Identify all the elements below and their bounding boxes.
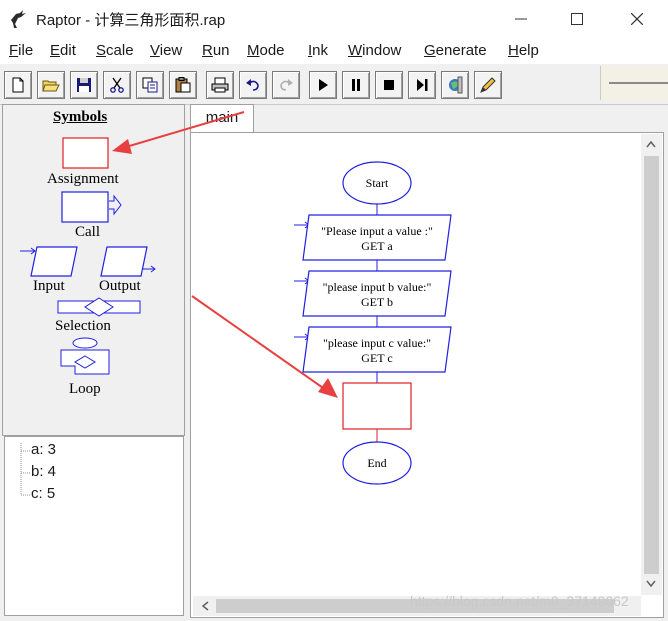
symbols-panel: Symbols Assignment Call Input Output Sel… <box>2 104 185 436</box>
selection-symbol[interactable] <box>57 297 143 317</box>
paste-icon <box>175 77 191 93</box>
new-file-button[interactable] <box>4 71 32 99</box>
input-c-get: GET c <box>361 351 393 365</box>
watermark: https://blog.csdn.net/m0_37149062 <box>410 593 629 609</box>
call-label: Call <box>75 224 100 240</box>
input-c-prompt: "please input c value:" <box>322 336 432 350</box>
speed-slider[interactable] <box>600 66 668 100</box>
minimize-button[interactable] <box>498 0 544 38</box>
maximize-button[interactable] <box>554 0 600 38</box>
selection-label: Selection <box>55 318 111 334</box>
paste-button[interactable] <box>169 71 197 99</box>
test-server-button[interactable] <box>441 71 469 99</box>
menu-help[interactable]: Help <box>508 42 539 59</box>
start-label: Start <box>365 176 389 190</box>
cut-button[interactable] <box>103 71 131 99</box>
loop-label: Loop <box>69 381 101 397</box>
variable-item[interactable]: b: 4 <box>31 463 56 480</box>
raptor-bird-icon <box>8 8 30 30</box>
call-symbol[interactable] <box>61 191 123 225</box>
undo-button[interactable] <box>239 71 267 99</box>
scroll-left-icon[interactable] <box>201 601 209 611</box>
input-symbol[interactable] <box>19 245 81 279</box>
end-label: End <box>367 456 387 470</box>
menu-scale[interactable]: Scale <box>96 42 134 59</box>
menu-generate[interactable]: Generate <box>424 42 487 59</box>
close-button[interactable] <box>614 0 660 38</box>
copy-button[interactable] <box>136 71 164 99</box>
ink-pen-icon <box>480 77 496 93</box>
window-title: Raptor - 计算三角形面积.rap <box>36 12 226 29</box>
toolbar <box>0 64 668 105</box>
menu-ink[interactable]: Ink <box>308 42 328 59</box>
menu-view[interactable]: View <box>150 42 182 59</box>
maximize-icon <box>571 13 583 25</box>
minimize-icon <box>515 18 527 20</box>
step-button[interactable] <box>408 71 436 99</box>
new-file-icon <box>12 77 24 93</box>
play-icon <box>319 79 328 91</box>
close-icon <box>631 13 643 25</box>
test-server-icon <box>449 76 463 94</box>
undo-icon <box>246 79 259 91</box>
variable-item[interactable]: a: 3 <box>31 441 56 458</box>
input-b-get: GET b <box>360 295 394 309</box>
cut-icon <box>110 77 124 93</box>
menu-window[interactable]: Window <box>348 42 401 59</box>
assignment-label: Assignment <box>47 171 119 187</box>
stop-button[interactable] <box>375 71 403 99</box>
stop-icon <box>384 80 394 90</box>
ink-pen-button[interactable] <box>474 71 502 99</box>
input-a-prompt: "Please input a value :" <box>321 224 433 238</box>
menu-run[interactable]: Run <box>202 42 230 59</box>
input-a-get: GET a <box>361 239 393 253</box>
assignment-box[interactable] <box>342 382 412 430</box>
scroll-down-icon[interactable] <box>646 580 656 588</box>
save-icon <box>77 78 91 92</box>
pause-button[interactable] <box>342 71 370 99</box>
output-label: Output <box>99 278 141 294</box>
open-button[interactable] <box>37 71 65 99</box>
copy-icon <box>142 77 158 93</box>
flowchart-canvas[interactable]: Start "Please input a value :" GET a "pl… <box>190 132 664 618</box>
title-bar: Raptor - 计算三角形面积.rap <box>0 0 668 38</box>
open-folder-icon <box>42 80 60 92</box>
assignment-symbol[interactable] <box>62 137 110 169</box>
input-b-prompt: "please input b value:" <box>322 280 432 294</box>
symbols-heading: Symbols <box>53 109 108 125</box>
scroll-up-icon[interactable] <box>646 140 656 148</box>
vertical-scroll-thumb[interactable] <box>644 156 659 574</box>
step-icon <box>417 79 428 91</box>
run-button[interactable] <box>309 71 337 99</box>
output-symbol[interactable] <box>97 245 159 279</box>
redo-button[interactable] <box>272 71 300 99</box>
flowchart-diagram <box>294 161 452 485</box>
menu-file[interactable]: File <box>9 42 33 59</box>
slider-track <box>609 82 668 84</box>
print-button[interactable] <box>206 71 234 99</box>
input-label: Input <box>33 278 65 294</box>
variables-panel: a: 3 b: 4 c: 5 <box>4 436 184 616</box>
redo-icon <box>280 79 293 91</box>
menu-mode[interactable]: Mode <box>247 42 285 59</box>
loop-symbol[interactable] <box>57 336 115 380</box>
print-icon <box>211 77 229 93</box>
menu-edit[interactable]: Edit <box>50 42 76 59</box>
save-button[interactable] <box>70 71 98 99</box>
tab-main[interactable]: main <box>190 104 254 132</box>
menu-bar: File Edit Scale View Run Mode Ink Window… <box>0 38 668 64</box>
variable-item[interactable]: c: 5 <box>31 485 55 502</box>
pause-icon <box>352 79 360 91</box>
